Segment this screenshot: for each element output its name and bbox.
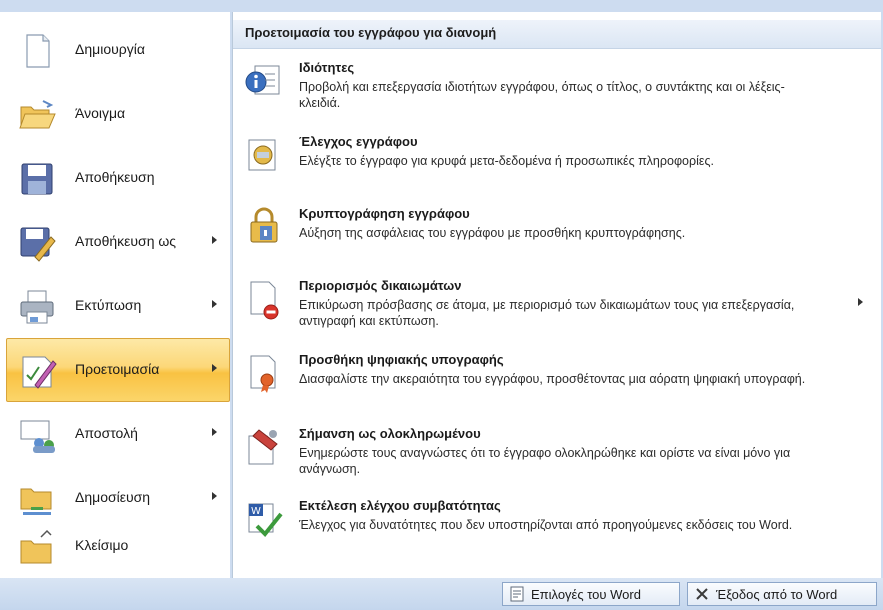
menu-item-send[interactable]: Αποστολή	[6, 402, 230, 466]
option-title: Εκτέλεση ελέγχου συμβατότητας	[299, 498, 501, 513]
save-as-icon	[20, 227, 56, 262]
publish-icon	[20, 488, 52, 515]
menu-item-label: Κλείσιμο	[75, 537, 129, 553]
option-title: Ιδιότητες	[299, 60, 355, 75]
send-icon	[20, 420, 55, 453]
bottom-bar: Επιλογές του Word Έξοδος από το Word	[0, 578, 883, 610]
option-title: Περιορισμός δικαιωμάτων	[299, 278, 462, 293]
prepare-icon	[22, 356, 57, 389]
office-menu-window: Δημιουργία Άνοιγμα Αποθήκευση Αποθήκευση…	[0, 0, 883, 610]
menu-item-close[interactable]: Κλείσιμο	[6, 514, 230, 578]
option-description: Έλεγχος για δυνατότητες που δεν υποστηρί…	[299, 518, 793, 532]
submenu-arrow-icon	[858, 298, 863, 306]
exit-word-label: Έξοδος από το Word	[716, 587, 838, 602]
submenu-header-label: Προετοιμασία του εγγράφου για διανομή	[245, 25, 497, 40]
menu-item-print[interactable]: Εκτύπωση	[6, 274, 230, 338]
word-options-button[interactable]: Επιλογές του Word	[502, 582, 680, 606]
svg-text:W: W	[251, 506, 261, 517]
menu-item-label: Εκτύπωση	[75, 297, 142, 313]
option-title: Έλεγχος εγγράφου	[299, 134, 418, 149]
option-description: Ελέγξτε το έγγραφο για κρυφά μετα-δεδομέ…	[299, 154, 714, 168]
option-description: Διασφαλίστε την ακεραιότητα του εγγράφου…	[299, 372, 806, 386]
restrict-permission-icon	[250, 281, 279, 320]
save-disk-icon	[21, 163, 53, 195]
submenu-header: Προετοιμασία του εγγράφου για διανομή	[233, 20, 881, 49]
word-options-label: Επιλογές του Word	[531, 587, 641, 602]
mark-final-icon	[248, 429, 278, 465]
digital-signature-icon	[250, 355, 276, 393]
option-inspect-document[interactable]: Έλεγχος εγγράφου Ελέγξτε το έγγραφο για …	[233, 134, 881, 204]
close-icon	[696, 588, 708, 600]
option-description: Αύξηση της ασφάλειας του εγγράφου με προ…	[299, 226, 686, 240]
submenu-arrow-icon	[212, 236, 217, 244]
printer-icon	[20, 290, 54, 324]
option-title: Προσθήκη ψηφιακής υπογραφής	[299, 352, 504, 367]
close-folder-icon	[20, 529, 52, 564]
menu-item-label: Δημιουργία	[75, 41, 145, 57]
submenu-arrow-icon	[212, 492, 217, 500]
option-compatibility-check[interactable]: W Εκτέλεση ελέγχου συμβατότητας Έλεγχος …	[233, 498, 881, 568]
option-title: Σήμανση ως ολοκληρωμένου	[299, 426, 481, 441]
menu-item-prepare[interactable]: Προετοιμασία	[6, 338, 230, 402]
menu-item-label: Προετοιμασία	[75, 361, 160, 377]
submenu-arrow-icon	[212, 364, 217, 372]
option-title: Κρυπτογράφηση εγγράφου	[299, 206, 470, 221]
option-restrict-permission[interactable]: Περιορισμός δικαιωμάτων Επικύρωση πρόσβα…	[233, 278, 881, 348]
menu-item-label: Αποθήκευση ως	[75, 233, 177, 249]
submenu-arrow-icon	[212, 300, 217, 308]
option-mark-final[interactable]: Σήμανση ως ολοκληρωμένου Ενημερώστε τους…	[233, 426, 881, 496]
compatibility-check-icon: W	[248, 503, 283, 537]
option-digital-signature[interactable]: Προσθήκη ψηφιακής υπογραφής Διασφαλίστε …	[233, 352, 881, 422]
menu-item-save[interactable]: Αποθήκευση	[6, 146, 230, 210]
left-menu: Δημιουργία Άνοιγμα Αποθήκευση Αποθήκευση…	[0, 12, 230, 578]
encrypt-lock-icon	[250, 207, 278, 243]
menu-item-new[interactable]: Δημιουργία	[6, 18, 230, 82]
option-description: Ενημερώστε τους αναγνώστες ότι το έγγραφ…	[299, 446, 791, 476]
menu-item-label: Δημοσίευση	[75, 489, 151, 505]
option-description: Επικύρωση πρόσβασης σε άτομα, με περιορι…	[299, 298, 795, 328]
options-icon	[510, 586, 524, 602]
option-description: Προβολή και επεξεργασία ιδιοτήτων εγγράφ…	[299, 80, 785, 110]
new-document-icon	[26, 34, 50, 68]
prepare-submenu: Προετοιμασία του εγγράφου για διανομή Ιδ…	[232, 12, 881, 578]
exit-word-button[interactable]: Έξοδος από το Word	[687, 582, 877, 606]
menu-item-label: Άνοιγμα	[75, 105, 126, 121]
menu-item-open[interactable]: Άνοιγμα	[6, 82, 230, 146]
submenu-arrow-icon	[212, 428, 217, 436]
option-properties[interactable]: Ιδιότητες Προβολή και επεξεργασία ιδιοτή…	[233, 60, 881, 130]
option-encrypt-document[interactable]: Κρυπτογράφηση εγγράφου Αύξηση της ασφάλε…	[233, 206, 881, 276]
open-folder-icon	[19, 100, 56, 129]
properties-icon	[245, 65, 280, 95]
inspect-document-icon	[248, 139, 276, 171]
menu-item-save-as[interactable]: Αποθήκευση ως	[6, 210, 230, 274]
menu-item-label: Αποθήκευση	[75, 169, 155, 185]
menu-item-label: Αποστολή	[75, 425, 138, 441]
